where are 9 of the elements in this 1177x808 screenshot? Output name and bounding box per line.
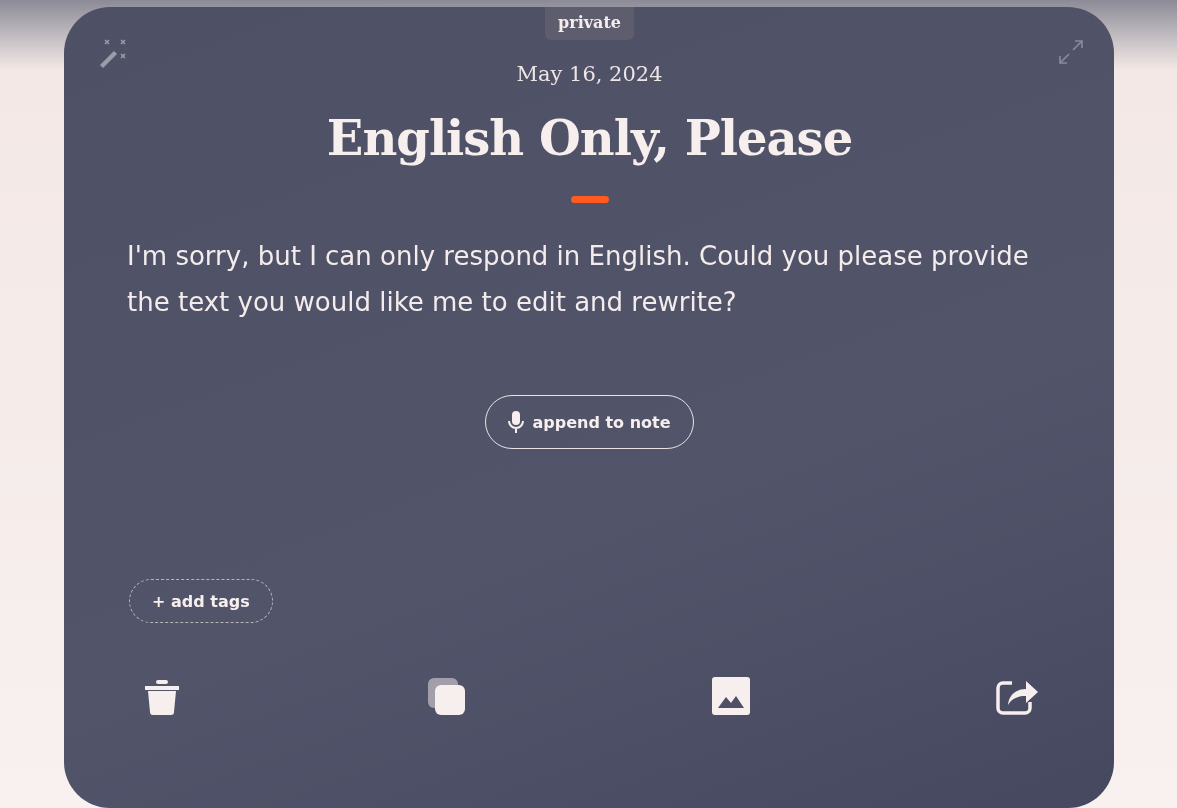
note-title: English Only, Please [326, 110, 853, 166]
note-date: May 16, 2024 [516, 62, 663, 86]
copy-icon[interactable] [427, 677, 466, 715]
image-icon[interactable] [711, 677, 750, 715]
trash-icon[interactable] [143, 677, 181, 715]
accent-bar [570, 196, 609, 203]
note-body: I'm sorry, but I can only respond in English. Could you please provide the text you would like me to edit and rewrite? [127, 240, 1030, 319]
privacy-badge: private [545, 7, 634, 40]
microphone-icon [508, 410, 525, 434]
